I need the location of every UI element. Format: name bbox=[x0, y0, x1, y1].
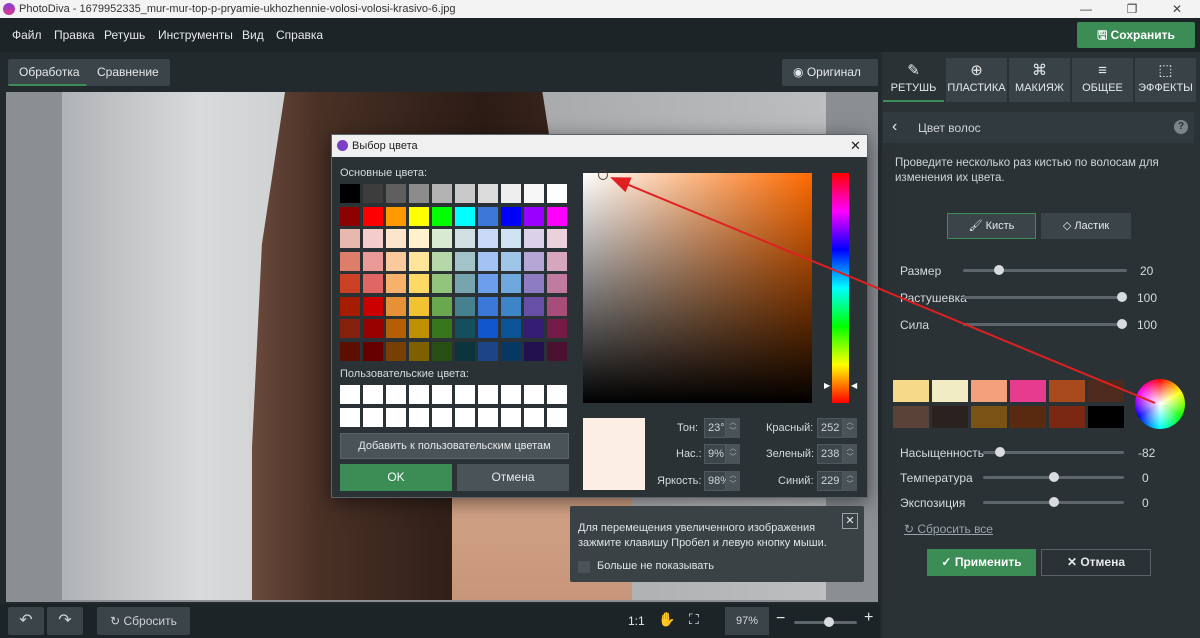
annotation-arrow-line bbox=[610, 177, 1156, 404]
annotation-arrow bbox=[610, 177, 1156, 404]
